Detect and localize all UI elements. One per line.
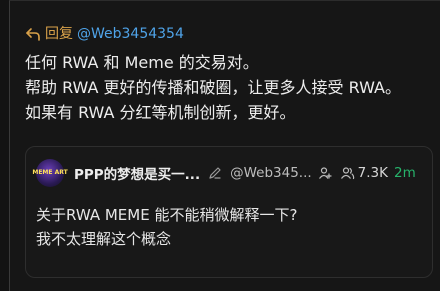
avatar-label: MEME ART: [32, 169, 68, 176]
quoted-author-handle[interactable]: @Web345...: [230, 165, 312, 181]
post-line: 帮助 RWA 更好的传播和破圈，让更多人接受 RWA。: [25, 78, 401, 97]
follower-count: 7.3K: [357, 165, 388, 181]
post-line: 任何 RWA 和 Meme 的交易对。: [25, 53, 259, 72]
post-body: 任何 RWA 和 Meme 的交易对。 帮助 RWA 更好的传播和破圈，让更多人…: [25, 50, 430, 125]
quoted-line: 关于RWA MEME 能不能稍微解释一下?: [36, 206, 298, 224]
quoted-post-header: MEME ART PPP的梦想是买一... @Web345... 7.3K 2m: [32, 159, 416, 187]
add-user-icon[interactable]: [318, 166, 332, 180]
quoted-post-body: 关于RWA MEME 能不能稍微解释一下? 我不太理解这个概念: [36, 203, 297, 251]
post-time: 2m: [393, 165, 416, 181]
reply-indicator[interactable]: 回复 @Web3454354: [25, 24, 184, 44]
reply-handle-link[interactable]: @Web3454354: [77, 24, 184, 44]
avatar[interactable]: MEME ART: [32, 159, 68, 187]
post-line: 如果有 RWA 分红等机制创新，更好。: [25, 103, 296, 122]
quoted-line: 我不太理解这个概念: [36, 230, 172, 248]
reply-label: 回复: [45, 26, 73, 42]
users-icon: [340, 166, 355, 180]
edit-icon: [208, 166, 222, 180]
quoted-author-name[interactable]: PPP的梦想是买一...: [74, 163, 200, 183]
quoted-post[interactable]: MEME ART PPP的梦想是买一... @Web345... 7.3K 2m…: [25, 146, 433, 278]
reply-arrow-icon: [25, 27, 41, 41]
